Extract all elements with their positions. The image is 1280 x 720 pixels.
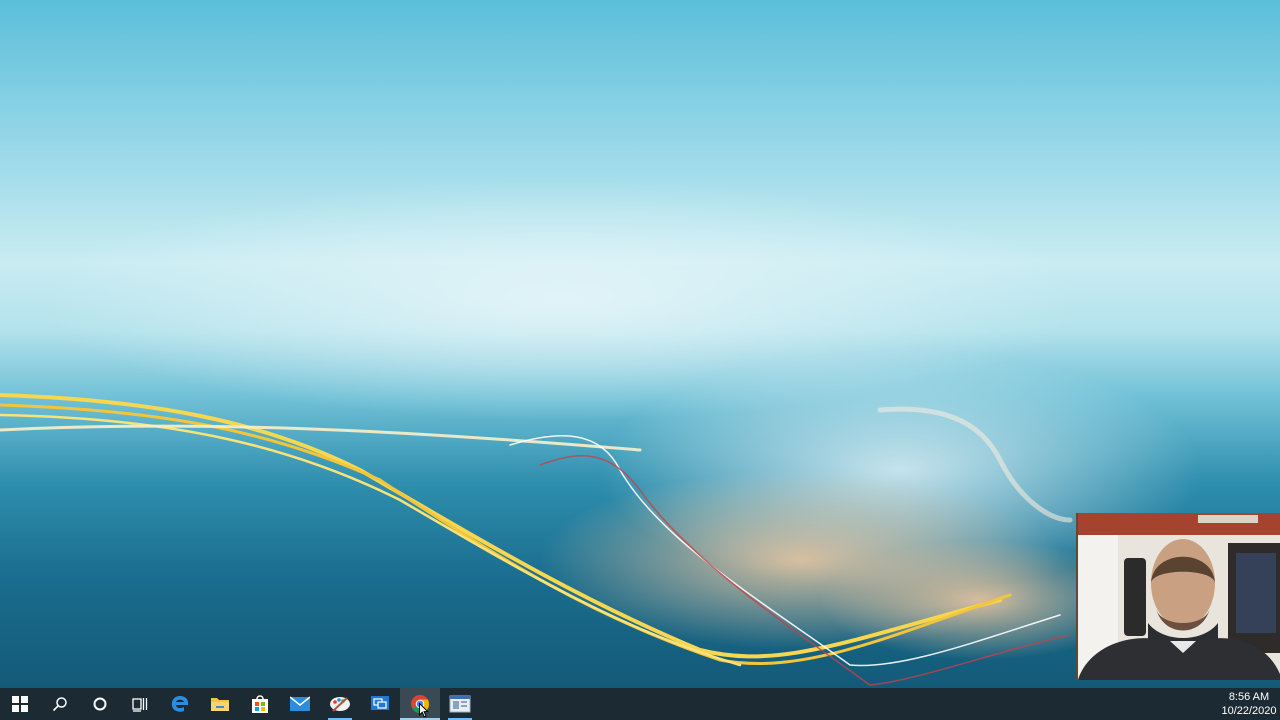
mail-icon [290,696,310,711]
task-view-icon [132,698,148,712]
remote-desktop-icon [371,696,389,710]
windows-icon [12,696,28,712]
store-button[interactable] [240,688,280,720]
system-clock[interactable]: 8:56 AM 10/22/2020 [1218,688,1280,720]
paint-button[interactable] [320,688,360,720]
file-explorer-button[interactable] [200,688,240,720]
app-window-icon [449,695,471,713]
start-button[interactable] [0,688,40,720]
mouse-cursor-icon [419,703,429,718]
edge-button[interactable] [160,688,200,720]
desktop[interactable] [0,0,1280,688]
webcam-overlay [1076,513,1280,680]
store-bag-icon [252,695,268,713]
search-icon [52,697,67,712]
clock-time: 8:56 AM [1228,691,1270,703]
cortana-circle-icon [93,697,107,711]
app-window-button[interactable] [440,688,480,720]
search-button[interactable] [40,688,80,720]
edge-icon [171,696,189,712]
paint-palette-icon [330,697,350,712]
remote-desktop-button[interactable] [360,688,400,720]
task-view-button[interactable] [120,688,160,720]
taskbar [0,688,1280,720]
cortana-button[interactable] [80,688,120,720]
folder-icon [211,698,229,711]
mail-button[interactable] [280,688,320,720]
clock-date: 10/22/2020 [1221,705,1277,717]
